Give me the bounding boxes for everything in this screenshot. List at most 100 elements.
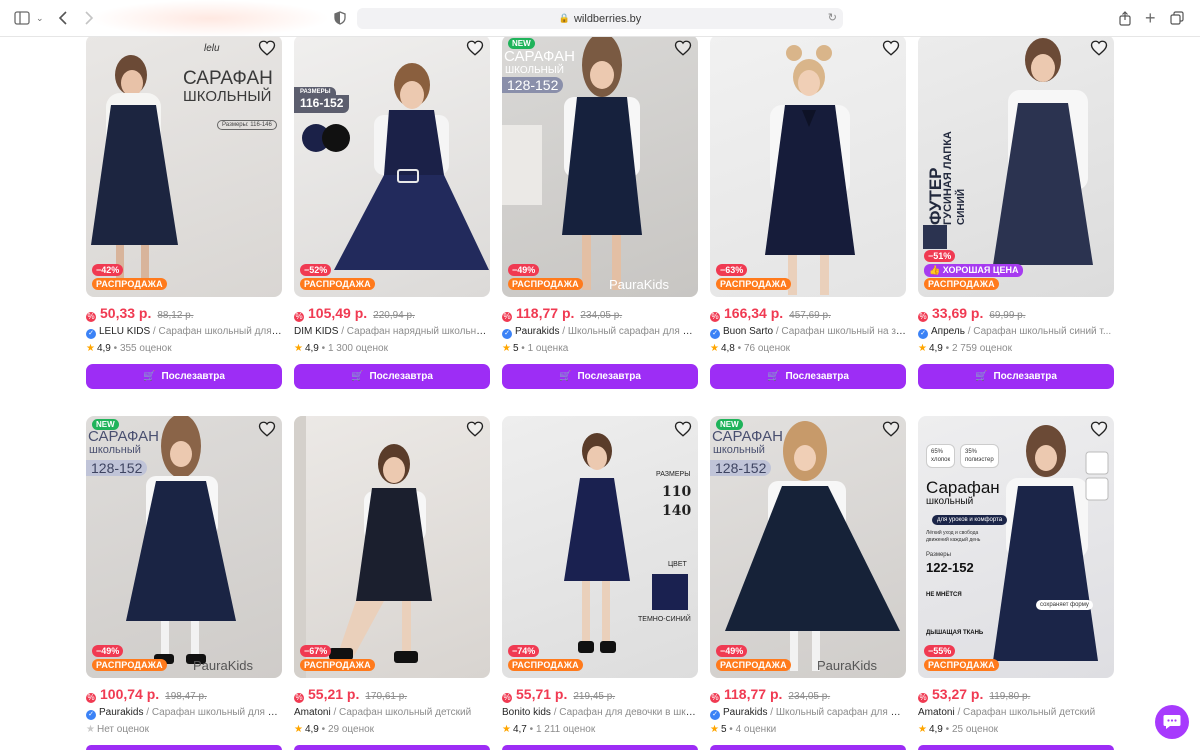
- image-caption-callout: сохраняет форму: [1036, 600, 1093, 610]
- add-to-cart-button[interactable]: 🛒 Послезавтра: [710, 364, 906, 389]
- image-caption-2: ШКОЛЬНЫЙ: [505, 65, 564, 76]
- rating-row: ★ 4,8 • 76 оценок: [710, 343, 791, 354]
- chat-support-button[interactable]: [1155, 705, 1189, 739]
- price-badge-icon: %: [86, 312, 96, 322]
- favorite-heart-icon[interactable]: [674, 39, 692, 57]
- add-to-cart-label: Послезавтра: [577, 371, 641, 382]
- add-to-cart-button[interactable]: [918, 745, 1114, 750]
- product-title[interactable]: Amatoni / Сарафан школьный детский: [294, 707, 490, 718]
- product-title[interactable]: ✓ Paurakids / Сарафан школьный для де...: [86, 707, 282, 720]
- rating-row: ★ 4,9 • 1 300 оценок: [294, 343, 388, 354]
- add-to-cart-label: Послезавтра: [161, 371, 225, 382]
- product-image[interactable]: РАЗМЕРЫ 116-152 −52% РАСПРОДАЖА: [294, 35, 490, 297]
- price-badge-icon: %: [502, 312, 512, 322]
- url-text: wildberries.by: [573, 12, 642, 25]
- product-title[interactable]: ✓ Buon Sarto / Сарафан школьный на за...: [710, 326, 906, 339]
- watermark: PauraKids: [193, 658, 253, 673]
- favorite-heart-icon[interactable]: [882, 39, 900, 57]
- current-price: 118,77 р.: [516, 305, 575, 321]
- chevron-down-icon[interactable]: ⌄: [36, 9, 44, 27]
- image-caption-title: Сарафан: [926, 478, 1000, 497]
- new-tab-icon[interactable]: +: [1145, 8, 1156, 28]
- cart-icon: 🛒: [351, 371, 364, 382]
- price-badge-icon: %: [502, 693, 512, 703]
- verified-check-icon: ✓: [710, 710, 720, 720]
- star-icon: ★: [86, 343, 95, 354]
- tabs-overview-icon[interactable]: [1170, 9, 1184, 27]
- reload-icon[interactable]: ↻: [828, 11, 837, 24]
- product-image[interactable]: РАЗМЕРЫ 110 140 ЦВЕТ ТЕМНО-СИНИЙ −74% РА…: [502, 416, 698, 678]
- product-image[interactable]: lelu САРАФАН ШКОЛЬНЫЙ Размеры: 116-146 −…: [86, 35, 282, 297]
- add-to-cart-button[interactable]: 🛒 Послезавтра: [86, 364, 282, 389]
- image-caption-feature-2: ДЫШАЩАЯ ТКАНЬ: [926, 630, 984, 636]
- verified-check-icon: ✓: [86, 329, 96, 339]
- star-icon: ★: [294, 724, 303, 735]
- discount-badge: −49%: [92, 645, 124, 657]
- product-image[interactable]: NEW САРАФАН школьный 128-152 PauraKids −…: [86, 416, 282, 678]
- product-name: Сарафан школьный синий т...: [973, 326, 1112, 337]
- add-to-cart-button[interactable]: [710, 745, 906, 750]
- old-price: 69,99 р.: [989, 310, 1026, 321]
- product-title[interactable]: Amatoni / Сарафан школьный детский: [918, 707, 1114, 718]
- rating-value: 4,9: [304, 343, 319, 354]
- verified-check-icon: ✓: [502, 329, 512, 339]
- favorite-heart-icon[interactable]: [1090, 39, 1108, 57]
- add-to-cart-button[interactable]: 🛒 Послезавтра: [294, 364, 490, 389]
- back-icon[interactable]: [58, 9, 68, 27]
- image-caption-1: САРАФАН: [504, 48, 575, 65]
- product-image[interactable]: −63% РАСПРОДАЖА: [710, 35, 906, 297]
- discount-badge: −49%: [508, 264, 540, 276]
- add-to-cart-button[interactable]: [294, 745, 490, 750]
- add-to-cart-button[interactable]: 🛒 Послезавтра: [502, 364, 698, 389]
- price-badge-icon: %: [86, 693, 96, 703]
- product-title[interactable]: DIM KIDS / Сарафан нарядный школьна...: [294, 326, 490, 337]
- product-image[interactable]: NEW САРАФАН школьный 128-152 PauraKids −…: [710, 416, 906, 678]
- product-image[interactable]: 65% хлопок 35% полиэстер Сарафан школьный …: [918, 416, 1114, 678]
- privacy-shield-icon[interactable]: [334, 9, 346, 27]
- price-badge-icon: %: [918, 693, 928, 703]
- sidebar-toggle-icon[interactable]: [14, 9, 30, 27]
- product-name: Сарафан для девочки в шко...: [559, 707, 698, 718]
- good-price-label: ХОРОШАЯ ЦЕНА: [942, 265, 1019, 275]
- favorite-heart-icon[interactable]: [674, 420, 692, 438]
- old-price: 234,05 р.: [788, 691, 831, 702]
- image-caption-1: САРАФАН: [88, 428, 159, 445]
- product-title[interactable]: ✓ LELU KIDS / Сарафан школьный для д...: [86, 326, 282, 339]
- rating-value: 4,7: [512, 724, 527, 735]
- discount-badge: −74%: [508, 645, 540, 657]
- add-to-cart-button[interactable]: [86, 745, 282, 750]
- share-icon[interactable]: [1119, 9, 1131, 27]
- add-to-cart-button[interactable]: [502, 745, 698, 750]
- good-price-badge: 👍 ХОРОШАЯ ЦЕНА: [924, 264, 1024, 277]
- favorite-heart-icon[interactable]: [466, 39, 484, 57]
- brand-name: Paurakids: [99, 707, 144, 718]
- favorite-heart-icon[interactable]: [258, 39, 276, 57]
- image-caption-desc: Лёгкий уход и свобода движений каждый де…: [926, 530, 981, 543]
- address-bar[interactable]: 🔒 wildberries.by ↻: [357, 8, 843, 29]
- favorite-heart-icon[interactable]: [258, 420, 276, 438]
- favorite-heart-icon[interactable]: [882, 420, 900, 438]
- product-image[interactable]: −67% РАСПРОДАЖА: [294, 416, 490, 678]
- favorite-heart-icon[interactable]: [1090, 420, 1108, 438]
- rating-value: 4,9: [928, 343, 943, 354]
- image-caption-3: 128-152: [710, 460, 772, 476]
- price-row: % 100,74 р. 198,47 р.: [86, 686, 207, 703]
- brand-name: Buon Sarto: [723, 326, 774, 337]
- product-title[interactable]: ✓ Paurakids / Школьный сарафан для де...: [710, 707, 906, 720]
- product-name: Школьный сарафан для де...: [775, 707, 906, 718]
- star-icon: ★: [86, 724, 95, 735]
- sale-badge: РАСПРОДАЖА: [716, 278, 791, 290]
- add-to-cart-button[interactable]: 🛒 Послезавтра: [918, 364, 1114, 389]
- product-title[interactable]: ✓ Апрель / Сарафан школьный синий т...: [918, 326, 1114, 339]
- product-image[interactable]: ФУТЕР ГУСИНАЯ ЛАПКА СИНИЙ −51% 👍 ХОРОШАЯ…: [918, 35, 1114, 297]
- product-image[interactable]: NEW САРАФАН ШКОЛЬНЫЙ 128-152 PauraKids −…: [502, 35, 698, 297]
- forward-icon[interactable]: [84, 9, 94, 27]
- product-title[interactable]: Bonito kids / Сарафан для девочки в шко.…: [502, 707, 698, 718]
- favorite-heart-icon[interactable]: [466, 420, 484, 438]
- price-row: % 55,21 р. 170,61 р.: [294, 686, 407, 703]
- add-to-cart-label: Послезавтра: [993, 371, 1057, 382]
- price-row: % 118,77 р. 234,05 р.: [710, 686, 831, 703]
- cart-icon: 🛒: [143, 371, 156, 382]
- product-title[interactable]: ✓ Paurakids / Школьный сарафан для де...: [502, 326, 698, 339]
- product-name: Сарафан школьный для де...: [151, 707, 282, 718]
